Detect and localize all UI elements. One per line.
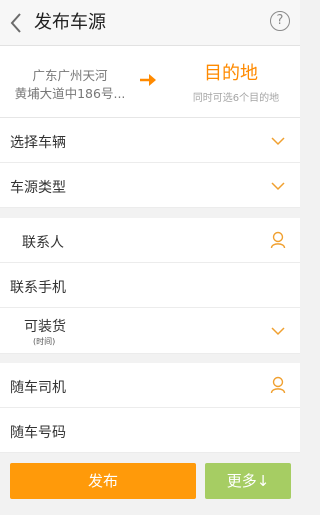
publish-button[interactable]: 发布 — [10, 463, 196, 499]
chevron-down-icon — [271, 327, 285, 336]
more-button[interactable]: 更多↓ — [205, 463, 291, 499]
contact-row[interactable]: 联系人 — [0, 218, 300, 263]
page-title: 发布车源 — [34, 12, 106, 33]
help-icon[interactable]: ? — [270, 11, 290, 31]
driver-label: 随车司机 — [10, 380, 66, 396]
contact-phone-row[interactable]: 联系手机 — [0, 263, 300, 308]
right-arrow-icon — [140, 74, 156, 86]
driver-phone-row[interactable]: 随车号码 — [0, 408, 300, 453]
loadable-label: 可装货 — [24, 319, 66, 335]
route-panel: 广东广州天河 黄埔大道中186号... 目的地 同时可选6个目的地 — [0, 46, 300, 118]
header-bar: 发布车源 ? — [0, 0, 300, 46]
loadable-sublabel: (时间) — [33, 337, 56, 346]
origin-address-line2[interactable]: 黄埔大道中186号... — [0, 83, 140, 102]
source-type-row[interactable]: 车源类型 — [0, 163, 300, 208]
driver-phone-label: 随车号码 — [10, 425, 66, 441]
destination-selector[interactable]: 目的地 — [185, 59, 277, 85]
select-vehicle-row[interactable]: 选择车辆 — [0, 118, 300, 163]
source-type-label: 车源类型 — [10, 180, 66, 196]
chevron-down-icon — [271, 137, 285, 146]
loadable-time-row[interactable]: 可装货 (时间) — [0, 308, 300, 354]
driver-row[interactable]: 随车司机 — [0, 363, 300, 408]
contact-phone-label: 联系手机 — [10, 280, 66, 296]
back-arrow-icon[interactable] — [8, 11, 24, 35]
select-vehicle-label: 选择车辆 — [10, 135, 66, 151]
person-icon[interactable] — [270, 376, 286, 394]
bottom-action-bar: 发布 更多↓ — [0, 458, 300, 515]
origin-address-line1[interactable]: 广东广州天河 — [0, 65, 140, 84]
chevron-down-icon — [271, 182, 285, 191]
person-icon[interactable] — [270, 231, 286, 249]
contact-label: 联系人 — [22, 235, 64, 251]
destination-hint: 同时可选6个目的地 — [192, 93, 280, 104]
